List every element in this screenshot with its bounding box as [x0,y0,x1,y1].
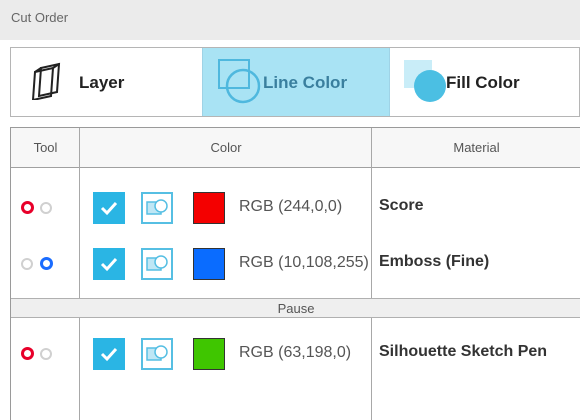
tool-2-radio[interactable] [40,257,53,270]
cut-checkbox[interactable] [93,338,125,370]
table-row[interactable]: RGB (244,0,0) Score [11,180,580,236]
cut-order-table: Tool Color Material RGB (244,0,0) Score [10,127,580,420]
color-swatch [193,248,225,280]
checkmark-icon [100,257,118,272]
table-row[interactable]: RGB (63,198,0) Silhouette Sketch Pen [11,326,580,382]
cut-order-mode-bar: Layer Line Color Fill Color [10,47,580,117]
fill-option-icon[interactable] [141,338,173,370]
tool-1-radio[interactable] [21,347,34,360]
material-value[interactable]: Emboss (Fine) [379,253,579,271]
fill-option-icon[interactable] [141,248,173,280]
rgb-value: RGB (10,108,255) [239,254,369,271]
layer-mode-label: Layer [79,73,125,92]
tool-2-radio[interactable] [40,348,52,360]
tool-selector [11,326,79,382]
tool-column-header: Tool [11,128,80,168]
layer-mode-button[interactable]: Layer [11,48,202,116]
line-color-icon [218,59,261,104]
panel-title: Cut Order [11,10,69,25]
pause-row[interactable]: Pause [11,298,580,318]
tool-1-radio[interactable] [21,201,34,214]
tool-selector [11,236,79,292]
rgb-value: RGB (63,198,0) [239,344,352,361]
fill-color-mode-button[interactable]: Fill Color [390,48,580,116]
fill-color-icon [404,60,446,102]
rgb-value: RGB (244,0,0) [239,198,343,215]
line-color-mode-button[interactable]: Line Color [202,48,390,116]
line-color-mode-label: Line Color [263,73,348,92]
color-column-header: Color [80,128,372,168]
cut-order-header: Cut Order [0,0,580,40]
tool-selector [11,180,79,236]
material-value[interactable]: Score [379,197,579,215]
cut-checkbox[interactable] [93,192,125,224]
tool-1-radio[interactable] [21,258,33,270]
checkmark-icon [100,347,118,362]
fill-color-mode-label: Fill Color [446,73,520,92]
table-row[interactable]: RGB (10,108,255) Emboss (Fine) [11,236,580,292]
cut-checkbox[interactable] [93,248,125,280]
material-value[interactable]: Silhouette Sketch Pen [379,343,579,361]
color-swatch [193,192,225,224]
checkmark-icon [100,201,118,216]
color-swatch [193,338,225,370]
fill-option-icon[interactable] [141,192,173,224]
tool-2-radio[interactable] [40,202,52,214]
layer-icon [31,62,61,100]
material-column-header: Material [372,128,580,168]
